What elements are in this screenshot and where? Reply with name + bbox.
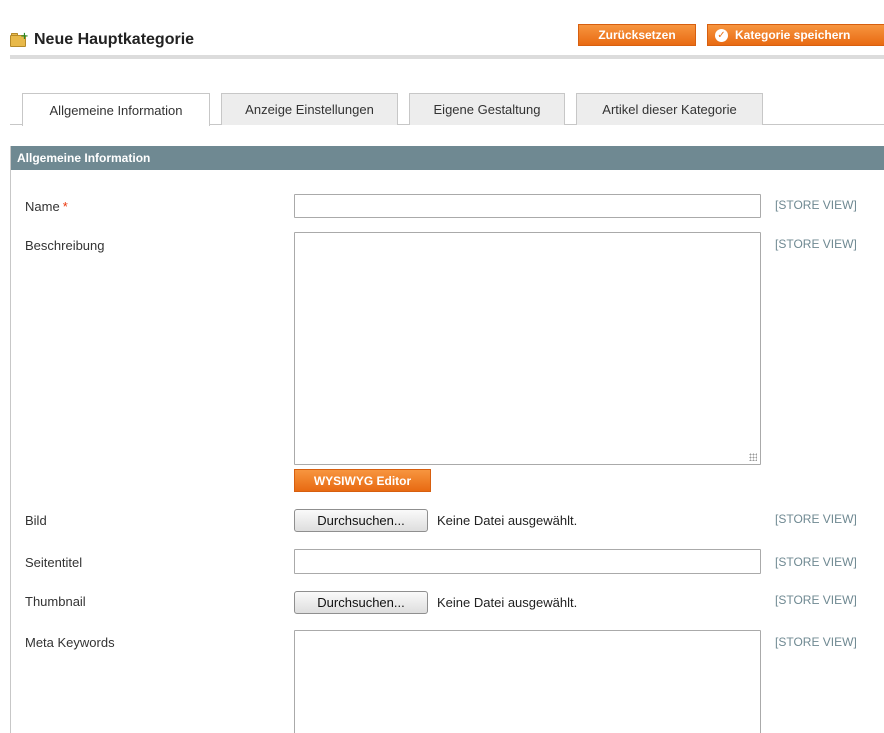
tab-label: Artikel dieser Kategorie [602, 102, 737, 117]
folder-add-icon: + [10, 32, 29, 47]
scope-label-page-title: [STORE VIEW] [775, 555, 857, 569]
section-header: Allgemeine Information [11, 146, 884, 170]
meta-keywords-label: Meta Keywords [25, 635, 115, 650]
page-title-label: Seitentitel [25, 555, 83, 570]
description-label: Beschreibung [25, 238, 105, 253]
image-browse-button[interactable]: Durchsuchen... [294, 509, 428, 532]
scope-label-description: [STORE VIEW] [775, 237, 857, 251]
page-title-group: + Neue Hauptkategorie [10, 30, 194, 50]
thumbnail-browse-button[interactable]: Durchsuchen... [294, 591, 428, 614]
checkmark-circle-icon: ✓ [715, 28, 728, 42]
reset-button-label: Zurücksetzen [598, 28, 676, 42]
thumbnail-label: Thumbnail [25, 594, 86, 609]
meta-keywords-textarea[interactable] [294, 630, 761, 733]
wysiwyg-button-label: WYSIWYG Editor [313, 473, 412, 488]
image-label: Bild [25, 513, 47, 528]
scope-label-name: [STORE VIEW] [775, 198, 857, 212]
save-category-button[interactable]: ✓ Kategorie speichern [707, 24, 884, 46]
page-title-input[interactable] [294, 549, 761, 574]
browse-button-label: Durchsuchen... [317, 595, 405, 610]
tab-bar: Allgemeine Information Anzeige Einstellu… [10, 91, 884, 126]
page-header: + Neue Hauptkategorie Zurücksetzen ✓ Kat… [0, 0, 884, 62]
scope-label-image: [STORE VIEW] [775, 512, 857, 526]
required-mark: * [62, 199, 68, 214]
page-title: Neue Hauptkategorie [34, 31, 195, 48]
tab-label: Eigene Gestaltung [433, 102, 541, 117]
tab-label: Allgemeine Information [49, 102, 183, 118]
browse-button-label: Durchsuchen... [317, 513, 405, 528]
image-file-status: Keine Datei ausgewählt. [437, 513, 578, 528]
tab-label: Anzeige Einstellungen [245, 102, 374, 117]
tab-general-information[interactable]: Allgemeine Information [22, 93, 210, 126]
tab-display-settings[interactable]: Anzeige Einstellungen [221, 93, 398, 125]
tab-custom-design[interactable]: Eigene Gestaltung [409, 93, 565, 125]
resize-grip-icon[interactable] [749, 453, 757, 461]
description-textarea[interactable] [294, 232, 761, 465]
scope-label-meta-keywords: [STORE VIEW] [775, 635, 857, 649]
name-input[interactable] [294, 194, 761, 218]
save-button-label: Kategorie speichern [735, 28, 851, 42]
wysiwyg-editor-button[interactable]: WYSIWYG Editor [294, 469, 431, 492]
header-divider [10, 55, 884, 59]
reset-button[interactable]: Zurücksetzen [578, 24, 696, 46]
name-label: Name * [25, 199, 68, 214]
scope-label-thumbnail: [STORE VIEW] [775, 593, 857, 607]
thumbnail-file-status: Keine Datei ausgewählt. [437, 595, 578, 610]
tab-category-products[interactable]: Artikel dieser Kategorie [576, 93, 763, 125]
